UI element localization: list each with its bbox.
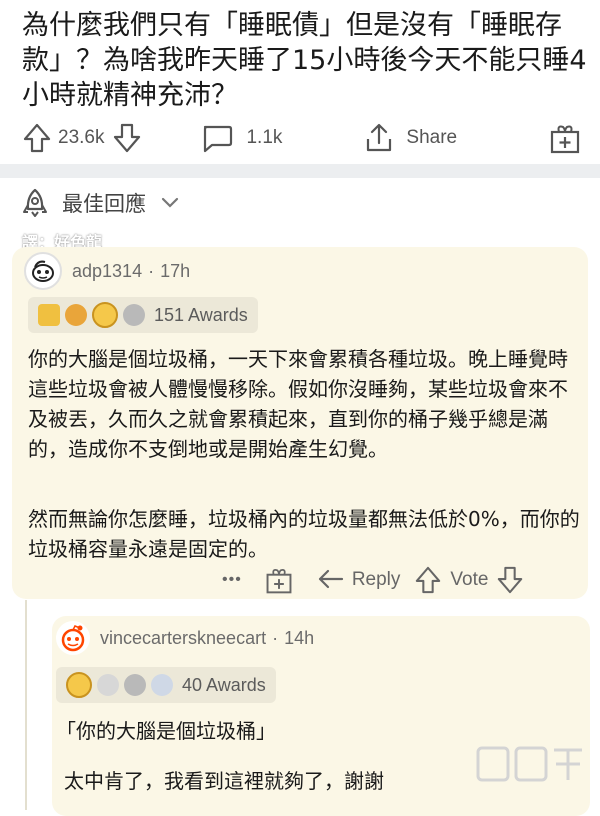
comment-count: 1.1k — [246, 127, 283, 148]
chevron-down-icon — [161, 197, 179, 208]
vote-control: Vote — [414, 565, 524, 595]
avatar[interactable] — [56, 621, 90, 655]
meta-separator: · — [148, 260, 155, 281]
awards-bar[interactable]: 40 Awards — [56, 667, 276, 703]
downvote-icon — [114, 123, 141, 153]
reply-arrow-icon — [318, 569, 343, 589]
gold-helpful-award-icon — [38, 304, 60, 326]
comments-button[interactable]: 1.1k — [200, 122, 282, 154]
silver-award-icon — [124, 674, 146, 696]
wholesome-award-icon — [65, 304, 87, 326]
gold-award-icon — [92, 302, 118, 328]
sort-label: 最佳回應 — [62, 192, 146, 216]
snoo-avatar-icon — [61, 625, 85, 652]
comment-actions: ••• Reply Vote — [222, 560, 582, 600]
downvote-button[interactable] — [112, 122, 142, 154]
snoo-avatar-icon — [32, 260, 54, 282]
sort-selector[interactable]: 最佳回應 — [18, 187, 180, 219]
comment-meta: vincecarterskneecart · 14h — [56, 621, 314, 655]
share-button[interactable]: Share — [362, 121, 457, 155]
more-options-button[interactable]: ••• — [222, 571, 242, 589]
awards-count: 40 Awards — [182, 674, 266, 695]
thread-line[interactable] — [25, 600, 27, 810]
share-label: Share — [406, 127, 458, 148]
reply-label: Reply — [351, 569, 401, 590]
comment-bubble-icon — [204, 125, 233, 153]
avatar[interactable] — [24, 252, 62, 290]
take-my-energy-award-icon — [151, 674, 173, 696]
awards-bar[interactable]: 151 Awards — [28, 297, 258, 333]
upvote-icon — [23, 123, 51, 153]
comment-author[interactable]: vincecarterskneecart — [100, 628, 266, 649]
comment-age: 17h — [160, 260, 191, 281]
post-actions: 23.6k 1.1k Share — [22, 118, 582, 158]
comment-paragraph: 然而無論你怎麼睡，垃圾桶內的垃圾量都無法低於0%，而你的垃圾桶容量永遠是固定的。 — [28, 507, 580, 561]
wholesome-award-icon — [97, 674, 119, 696]
awards-count: 151 Awards — [154, 304, 248, 325]
comment-author[interactable]: adp1314 — [72, 261, 142, 282]
vote-label: Vote — [450, 569, 489, 590]
comment-paragraph: 你的大腦是個垃圾桶，一天下來會累積各種垃圾。晚上睡覺時這些垃圾會被人體慢慢移除。… — [28, 347, 568, 461]
watermark — [476, 742, 586, 794]
gift-award-icon[interactable] — [264, 565, 294, 595]
post-title: 為什麼我們只有「睡眠債」但是沒有「睡眠存款」？為啥我昨天睡了15小時後今天不能只… — [22, 10, 587, 111]
watermark-logo-icon — [476, 746, 582, 782]
rocket-icon — [23, 188, 47, 217]
silver-award-icon — [123, 304, 145, 326]
share-icon — [367, 123, 392, 152]
comment-age: 14h — [284, 627, 315, 648]
comment-meta: adp1314 · 17h — [24, 252, 190, 290]
upvote-count: 23.6k — [58, 127, 105, 148]
award-button[interactable] — [548, 121, 582, 155]
upvote-button[interactable] — [22, 122, 52, 154]
upvote-icon[interactable] — [414, 565, 442, 595]
reply-button[interactable]: Reply — [316, 567, 401, 593]
gold-award-icon — [66, 672, 92, 698]
section-divider — [0, 164, 600, 178]
gift-award-icon — [550, 125, 580, 154]
downvote-icon[interactable] — [496, 565, 524, 595]
meta-separator: · — [272, 627, 279, 648]
